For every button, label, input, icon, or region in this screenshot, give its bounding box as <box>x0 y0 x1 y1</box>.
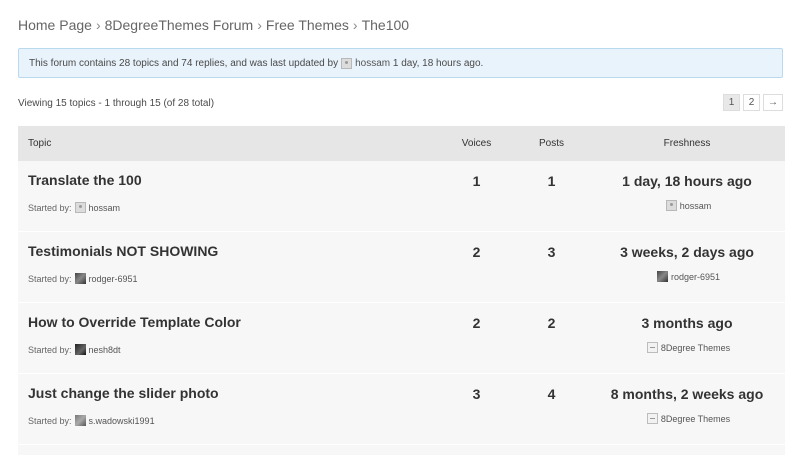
avatar-icon <box>74 202 86 213</box>
breadcrumb-home-link[interactable]: Home Page <box>18 17 92 33</box>
last-poster: hossam <box>589 200 785 211</box>
posts-count: 4 <box>547 386 556 402</box>
avatar-icon <box>665 200 677 211</box>
freshness-cell: 1 day, 18 hours ago hossam <box>589 161 785 231</box>
avatar-icon <box>646 342 658 353</box>
avatar-icon <box>341 57 353 69</box>
voices-count: 1 <box>472 173 481 189</box>
topic-title-link[interactable]: Just change the slider photo <box>28 385 219 401</box>
forum-info-notice: This forum contains 28 topics and 74 rep… <box>18 48 783 78</box>
table-row: How to Override Template Color Started b… <box>18 303 785 374</box>
table-row-partial <box>18 445 785 456</box>
breadcrumb: Home Page › 8DegreeThemes Forum › Free Theme… <box>18 17 409 33</box>
started-by: Started by: rodger-6951 <box>28 273 138 284</box>
topic-title-link[interactable]: Testimonials NOT SHOWING <box>28 243 218 259</box>
breadcrumb-separator: › <box>95 17 101 33</box>
topic-title-link[interactable]: Translate the 100 <box>28 172 142 188</box>
freshness-cell: 3 months ago 8Degree Themes <box>589 303 785 373</box>
header-voices: Voices <box>461 138 492 149</box>
avatar-icon <box>656 271 668 282</box>
topics-table: Topic Voices Posts Freshness Translate t… <box>18 126 785 456</box>
last-poster-link[interactable]: 8Degree Themes <box>661 343 730 353</box>
started-by-label: Started by: <box>28 345 72 355</box>
voices-count: 2 <box>472 315 481 331</box>
topic-count-summary: Viewing 15 topics - 1 through 15 (of 28 … <box>18 98 215 109</box>
topic-title-link[interactable]: How to Override Template Color <box>28 314 241 330</box>
breadcrumb-free-themes-link[interactable]: Free Themes <box>266 17 349 33</box>
forum-page: Home Page › 8DegreeThemes Forum › Free Theme… <box>0 0 800 456</box>
avatar-icon <box>646 413 658 424</box>
freshness-link[interactable]: 8 months, 2 weeks ago <box>589 374 785 402</box>
last-poster: 8Degree Themes <box>589 342 785 353</box>
breadcrumb-forum-link[interactable]: 8DegreeThemes Forum <box>105 17 254 33</box>
freshness-link[interactable]: 3 months ago <box>589 303 785 331</box>
header-posts: Posts <box>538 138 564 149</box>
notice-user-link[interactable]: hossam <box>355 58 390 69</box>
topic-cell: Translate the 100 Started by: hossam <box>18 161 439 231</box>
page-1-current: 1 <box>723 94 740 111</box>
breadcrumb-separator: › <box>352 17 358 33</box>
posts-count: 2 <box>547 315 556 331</box>
breadcrumb-separator: › <box>257 17 262 33</box>
freshness-link[interactable]: 1 day, 18 hours ago <box>589 161 785 189</box>
freshness-cell: 3 weeks, 2 days ago rodger-6951 <box>589 232 785 302</box>
freshness-link[interactable]: 3 weeks, 2 days ago <box>589 232 785 260</box>
started-by-label: Started by: <box>28 203 72 213</box>
author-link[interactable]: rodger-6951 <box>89 274 138 284</box>
last-poster-link[interactable]: 8Degree Themes <box>661 414 730 424</box>
pagination: 1 2 → <box>723 94 783 111</box>
topic-cell: How to Override Template Color Started b… <box>18 303 439 373</box>
author-link[interactable]: s.wadowski1991 <box>89 416 155 426</box>
table-row: Testimonials NOT SHOWING Started by: rodg… <box>18 232 785 303</box>
notice-time: 1 day, 18 hours ago. <box>392 57 484 69</box>
posts-count: 3 <box>547 244 556 260</box>
last-poster-link[interactable]: hossam <box>680 201 712 211</box>
voices-count: 2 <box>472 244 481 260</box>
author-link[interactable]: hossam <box>89 203 121 213</box>
started-by: Started by: nesh8dt <box>28 344 121 355</box>
header-topic: Topic <box>28 138 52 149</box>
next-page-arrow-icon[interactable]: → <box>763 94 783 111</box>
notice-text: This forum contains 28 topics and 74 rep… <box>29 57 339 69</box>
table-row: Just change the slider photo Started by:… <box>18 374 785 445</box>
topic-cell: Testimonials NOT SHOWING Started by: rodg… <box>18 232 439 302</box>
avatar-icon <box>74 415 86 426</box>
avatar-icon <box>74 344 86 355</box>
freshness-cell: 8 months, 2 weeks ago 8Degree Themes <box>589 374 785 444</box>
topic-cell: Just change the slider photo Started by:… <box>18 374 439 444</box>
posts-count: 1 <box>547 173 556 189</box>
started-by: Started by: hossam <box>28 202 120 213</box>
table-header: Topic Voices Posts Freshness <box>18 126 785 161</box>
table-row: Translate the 100 Started by: hossam 1 1 … <box>18 161 785 232</box>
last-poster-link[interactable]: rodger-6951 <box>671 272 720 282</box>
page-2-link[interactable]: 2 <box>743 94 760 111</box>
breadcrumb-current: The100 <box>361 17 410 33</box>
author-link[interactable]: nesh8dt <box>89 345 121 355</box>
started-by-label: Started by: <box>28 274 72 284</box>
avatar-icon <box>74 273 86 284</box>
voices-count: 3 <box>472 386 481 402</box>
started-by-label: Started by: <box>28 416 72 426</box>
header-freshness: Freshness <box>663 138 711 149</box>
last-poster: rodger-6951 <box>589 271 785 282</box>
started-by: Started by: s.wadowski1991 <box>28 415 155 426</box>
last-poster: 8Degree Themes <box>589 413 785 424</box>
